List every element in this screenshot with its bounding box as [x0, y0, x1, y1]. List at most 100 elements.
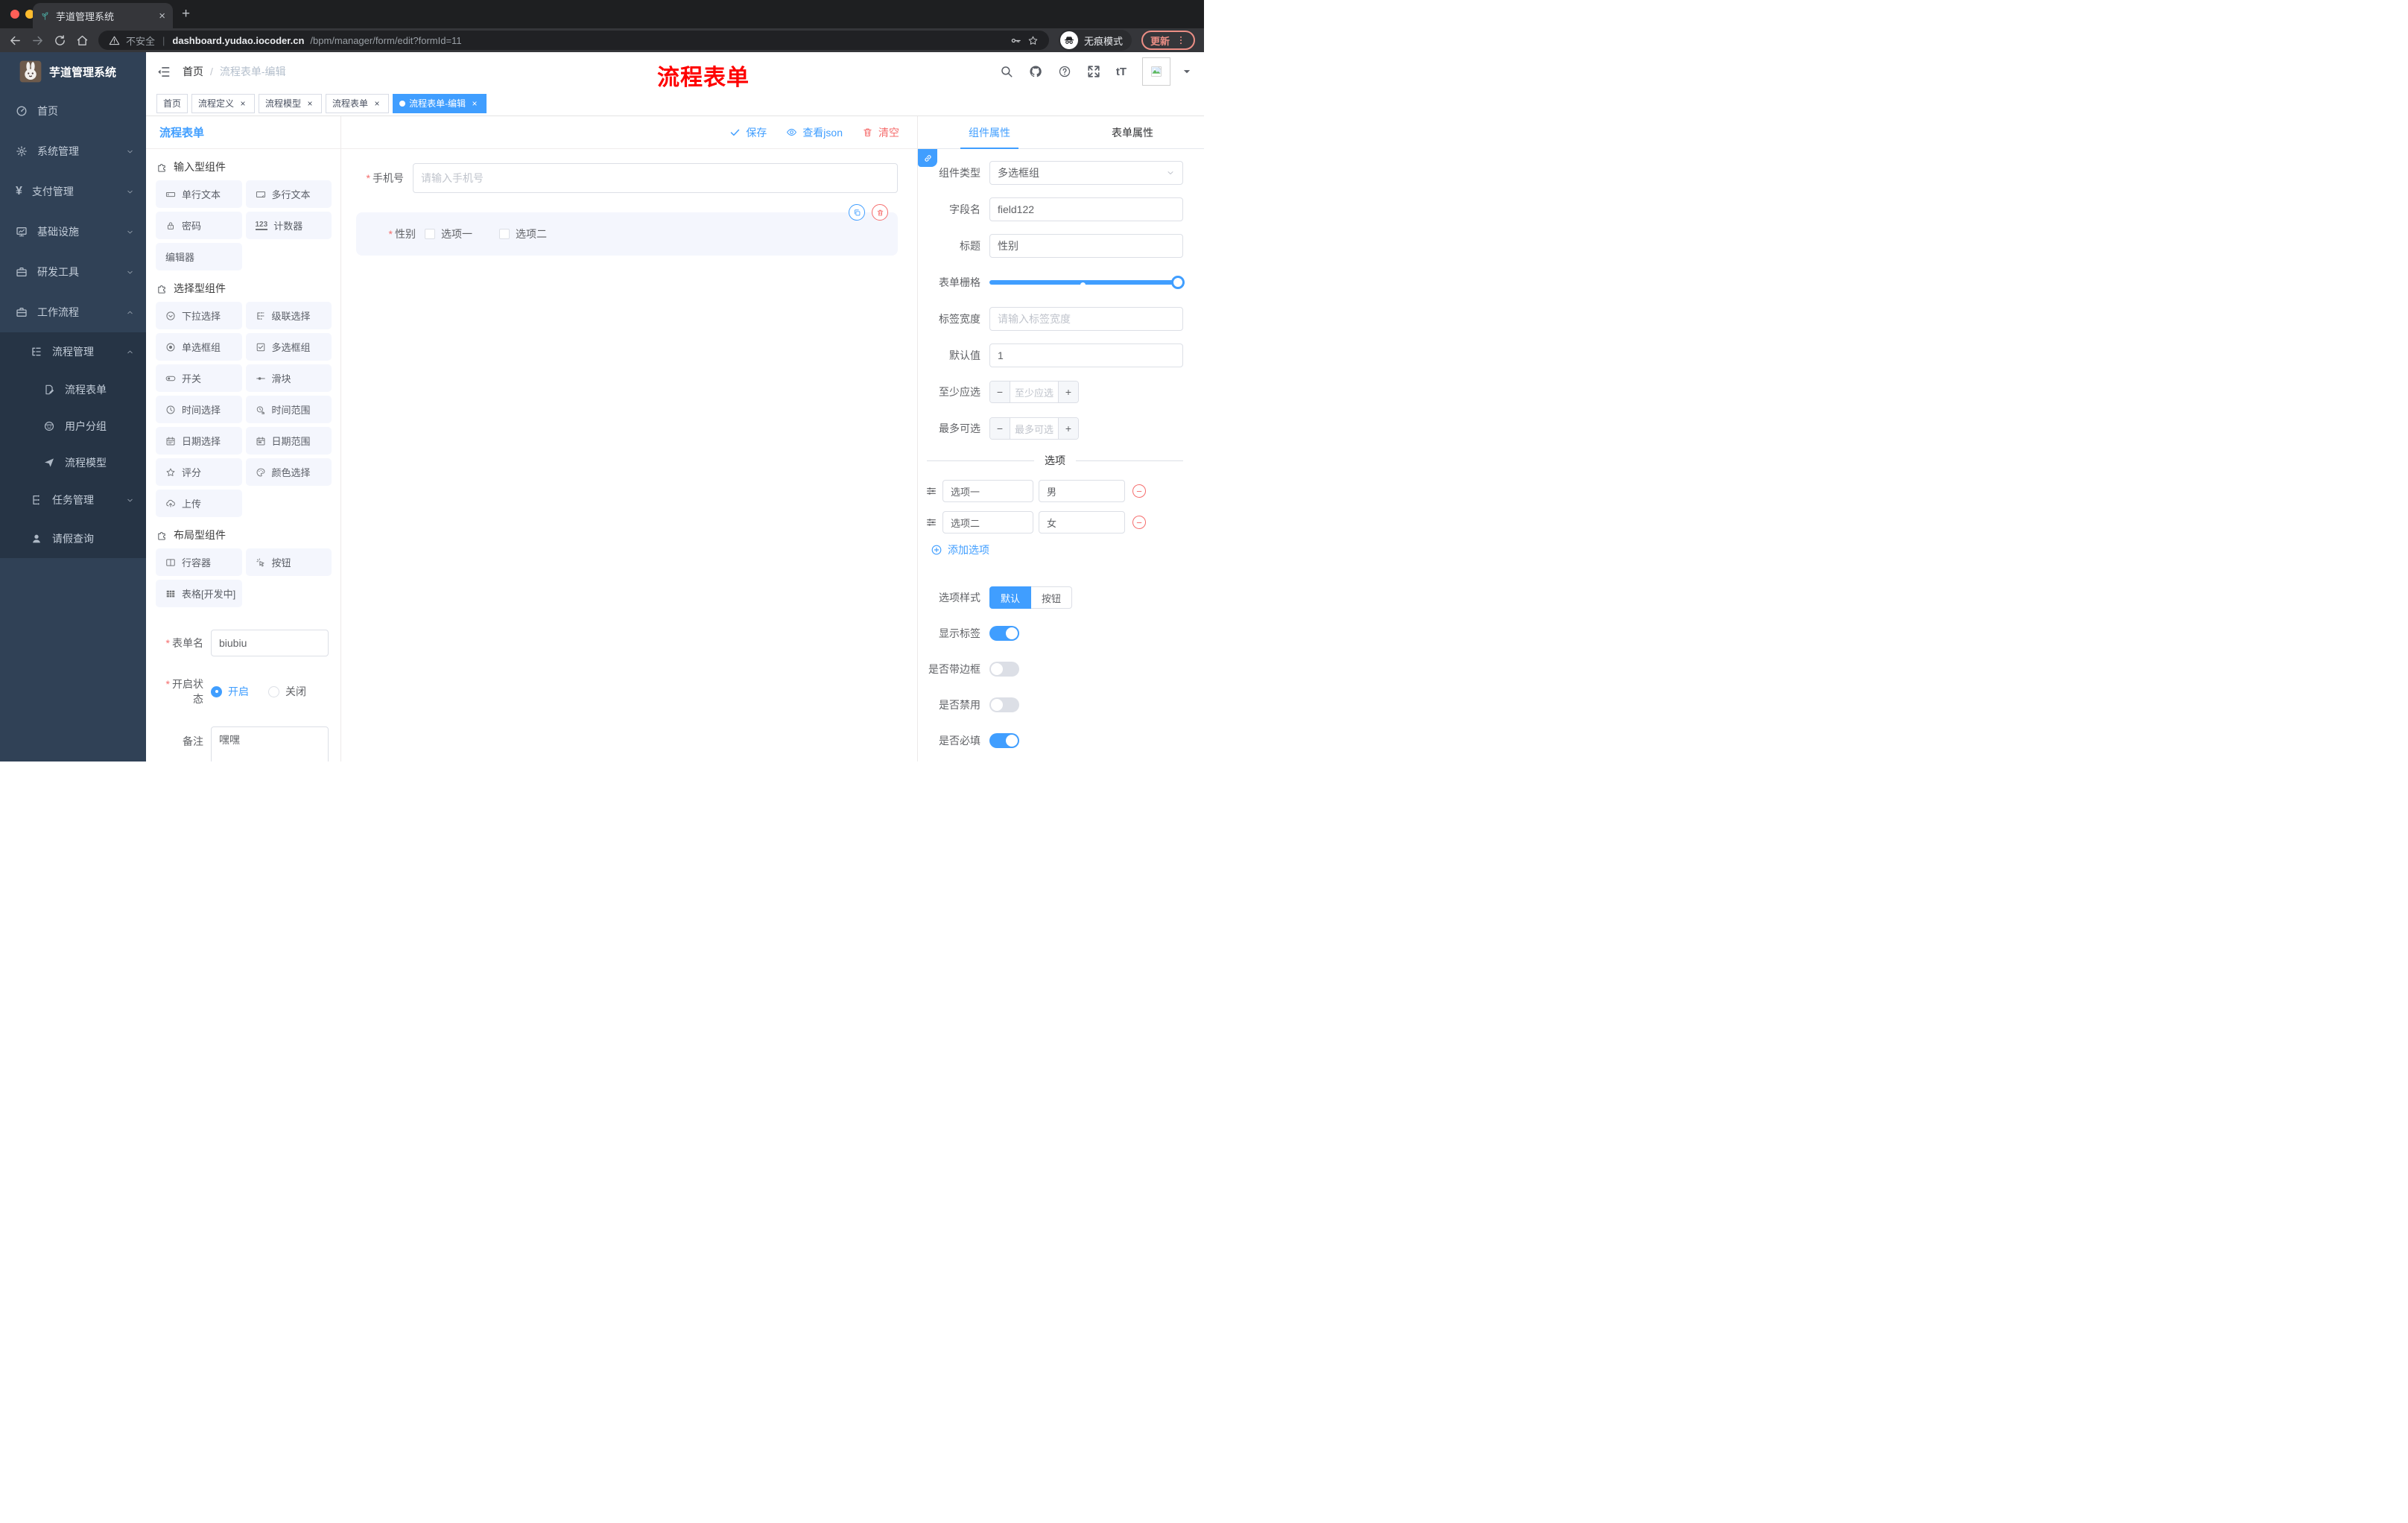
delete-field-button[interactable]: [872, 204, 888, 221]
sidebar-item-1[interactable]: 首页: [0, 91, 146, 131]
slider-handle[interactable]: [1171, 276, 1185, 289]
hamburger-icon[interactable]: [156, 65, 171, 79]
breadcrumb-home[interactable]: 首页: [183, 64, 203, 79]
tag-3[interactable]: 流程模型 ×: [259, 93, 323, 113]
window-close-button[interactable]: [10, 10, 19, 19]
palette-item-单选框组[interactable]: 单选框组: [156, 333, 242, 361]
plus-button[interactable]: +: [1058, 381, 1078, 402]
sidebar-item-2[interactable]: 系统管理: [0, 131, 146, 171]
palette-item-密码[interactable]: 密码: [156, 212, 242, 239]
save-button[interactable]: 保存: [729, 125, 767, 140]
minus-button[interactable]: −: [990, 418, 1010, 439]
tag-2[interactable]: 流程定义 ×: [191, 93, 256, 113]
tab-close-icon[interactable]: ×: [159, 10, 165, 22]
slider-track[interactable]: [989, 280, 1183, 285]
github-icon[interactable]: [1029, 65, 1042, 78]
palette-item-行容器[interactable]: 行容器: [156, 548, 242, 576]
tag-close-icon[interactable]: ×: [469, 98, 480, 109]
tag-4[interactable]: 流程表单 ×: [326, 93, 390, 113]
browser-update-button[interactable]: 更新: [1141, 31, 1195, 50]
drag-handle-icon[interactable]: [925, 485, 937, 497]
remove-option-icon[interactable]: −: [1132, 516, 1146, 529]
palette-item-级联选择[interactable]: 级联选择: [245, 302, 332, 329]
bookmark-star-icon[interactable]: [1027, 35, 1039, 46]
add-option-button[interactable]: 添加选项: [931, 542, 1183, 557]
option-label-input[interactable]: [942, 511, 1033, 533]
sidebar-item-6[interactable]: 工作流程: [0, 292, 146, 332]
form-name-input[interactable]: [211, 630, 329, 656]
toggle-switch[interactable]: [989, 733, 1019, 748]
tag-close-icon[interactable]: ×: [372, 98, 382, 109]
plus-button[interactable]: +: [1058, 418, 1078, 439]
toggle-switch[interactable]: [989, 662, 1019, 677]
phone-input[interactable]: [413, 163, 898, 193]
palette-item-颜色选择[interactable]: 颜色选择: [245, 458, 332, 486]
gender-field-selected[interactable]: 性别 选项一 选项二: [356, 204, 898, 256]
new-tab-button[interactable]: +: [182, 6, 190, 22]
link-tab-button[interactable]: [918, 149, 937, 167]
sidebar-item-5[interactable]: 研发工具: [0, 252, 146, 292]
avatar[interactable]: [1142, 57, 1170, 86]
sidebar-item-7[interactable]: 流程管理: [0, 332, 146, 371]
checkbox-icon[interactable]: [425, 229, 435, 239]
sidebar-item-3[interactable]: ¥ 支付管理: [0, 171, 146, 212]
copy-field-button[interactable]: [849, 204, 865, 221]
drag-handle-icon[interactable]: [925, 516, 937, 528]
gender-option-1[interactable]: 选项一: [425, 227, 472, 241]
radio-icon[interactable]: [268, 685, 279, 697]
palette-item-按钮[interactable]: 按钮: [245, 548, 332, 576]
radio-icon[interactable]: [211, 685, 222, 697]
forward-icon[interactable]: [31, 34, 44, 47]
palette-item-开关[interactable]: 开关: [156, 364, 242, 392]
default-value-input[interactable]: [989, 343, 1183, 367]
min-select-placeholder[interactable]: 至少应选: [1010, 381, 1058, 402]
sidebar-item-8[interactable]: 流程表单: [0, 371, 146, 408]
label-width-input[interactable]: [989, 307, 1183, 331]
palette-item-评分[interactable]: 评分: [156, 458, 242, 486]
minus-button[interactable]: −: [990, 381, 1010, 402]
toggle-switch[interactable]: [989, 626, 1019, 641]
palette-item-时间选择[interactable]: 时间选择: [156, 396, 242, 423]
reload-icon[interactable]: [54, 34, 66, 47]
palette-item-上传[interactable]: 上传: [156, 490, 242, 517]
form-remark-textarea[interactable]: 嘿嘿: [211, 726, 329, 762]
component-type-select[interactable]: 多选框组: [989, 161, 1183, 185]
phone-field-row[interactable]: 手机号: [356, 163, 898, 193]
palette-item-多选框组[interactable]: 多选框组: [245, 333, 332, 361]
max-select-placeholder[interactable]: 最多可选: [1010, 418, 1058, 439]
fullscreen-icon[interactable]: [1087, 65, 1100, 78]
form-grid-slider[interactable]: [989, 275, 1185, 290]
palette-item-表格[开发中][interactable]: 表格[开发中]: [156, 580, 242, 607]
sidebar-item-9[interactable]: 用户分组: [0, 408, 146, 444]
status-closed-radio[interactable]: 关闭: [268, 684, 306, 699]
back-icon[interactable]: [9, 34, 22, 47]
tag-close-icon[interactable]: ×: [305, 98, 315, 109]
option-label-input[interactable]: [942, 480, 1033, 502]
remove-option-icon[interactable]: −: [1132, 484, 1146, 498]
home-icon[interactable]: [76, 34, 89, 47]
key-icon[interactable]: [1010, 35, 1021, 46]
tag-close-icon[interactable]: ×: [238, 98, 248, 109]
clear-button[interactable]: 清空: [862, 125, 899, 140]
palette-item-滑块[interactable]: 滑块: [245, 364, 332, 392]
option-value-input[interactable]: [1039, 480, 1125, 502]
sidebar-item-10[interactable]: 流程模型: [0, 444, 146, 481]
sidebar-item-11[interactable]: 任务管理: [0, 481, 146, 519]
security-label[interactable]: 不安全: [126, 34, 155, 48]
palette-item-计数器[interactable]: 123 计数器: [245, 212, 332, 239]
tab-form-props[interactable]: 表单属性: [1061, 116, 1204, 148]
gender-option-2[interactable]: 选项二: [499, 227, 547, 241]
kebab-menu-icon[interactable]: [1176, 35, 1186, 45]
status-open-radio[interactable]: 开启: [211, 684, 249, 699]
sidebar-logo[interactable]: 芋道管理系统: [0, 52, 146, 91]
font-size-icon[interactable]: tT: [1116, 66, 1127, 78]
sidebar-item-4[interactable]: 基础设施: [0, 212, 146, 252]
caret-down-icon[interactable]: [1180, 65, 1194, 78]
view-json-button[interactable]: 查看json: [786, 125, 843, 140]
palette-item-编辑器[interactable]: 编辑器: [156, 243, 242, 270]
style-button-button[interactable]: 按钮: [1031, 586, 1073, 609]
palette-item-多行文本[interactable]: 多行文本: [245, 180, 332, 208]
field-name-input[interactable]: [989, 197, 1183, 221]
title-input[interactable]: [989, 234, 1183, 258]
style-default-button[interactable]: 默认: [989, 586, 1032, 609]
